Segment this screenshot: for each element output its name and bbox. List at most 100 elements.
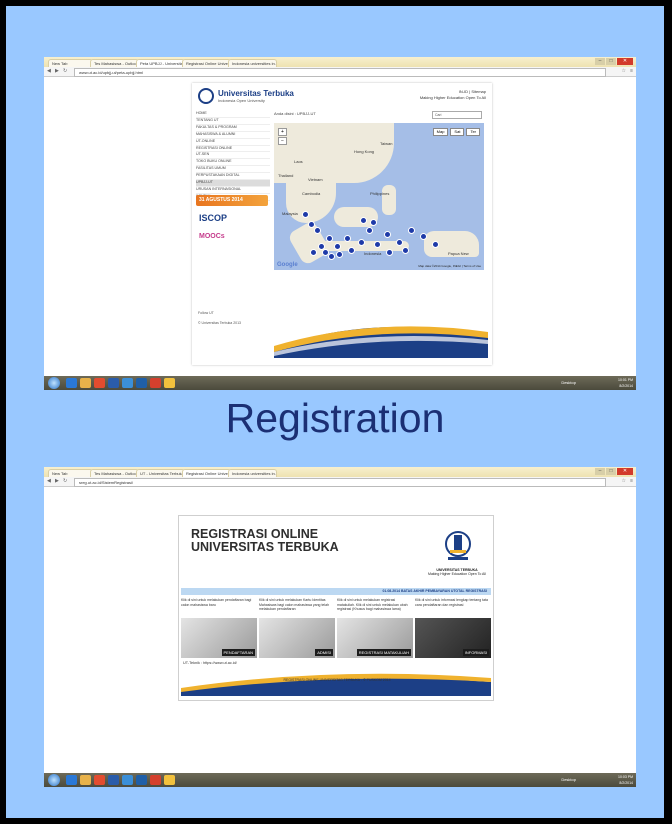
back-icon[interactable]: ◀: [47, 478, 51, 485]
ie-icon[interactable]: [66, 775, 77, 785]
maximize-icon[interactable]: □: [606, 58, 616, 65]
map-marker[interactable]: [386, 249, 393, 256]
banner-moocs[interactable]: MOOCs: [196, 231, 268, 242]
menu-item[interactable]: URUSAN INTERNASIONAL: [196, 187, 270, 194]
forward-icon[interactable]: ▶: [55, 68, 59, 75]
map-marker[interactable]: [308, 221, 315, 228]
minimize-icon[interactable]: –: [595, 468, 605, 475]
reload-icon[interactable]: ↻: [63, 478, 67, 485]
menu-item[interactable]: TOKO BUKU ONLINE: [196, 159, 270, 167]
menu-icon[interactable]: ≡: [630, 478, 633, 485]
menu-item[interactable]: TENTANG UT: [196, 118, 270, 125]
menu-item[interactable]: FAKULTAS & PROGRAM: [196, 125, 270, 132]
app-icon[interactable]: [150, 775, 161, 785]
map-marker[interactable]: [402, 247, 409, 254]
start-button[interactable]: [48, 377, 60, 389]
banner-event[interactable]: 31 AGUSTUS 2014: [196, 195, 268, 206]
map-marker[interactable]: [336, 251, 343, 258]
ut-logo: [198, 88, 214, 104]
option-registrasi[interactable]: Klik di sini untuk melakukan registrasi …: [337, 598, 413, 658]
map-type-button[interactable]: Ter: [466, 128, 480, 136]
map-marker[interactable]: [328, 253, 335, 260]
map-view[interactable]: + − Map Sat Ter Taiwan Hong Kong Laos Tha…: [274, 123, 484, 270]
map-marker[interactable]: [302, 211, 309, 218]
star-icon[interactable]: ☆: [622, 478, 626, 485]
media-icon[interactable]: [94, 378, 105, 388]
reload-icon[interactable]: ↻: [63, 68, 67, 75]
map-marker[interactable]: [360, 217, 367, 224]
map-marker[interactable]: [396, 239, 403, 246]
map-marker[interactable]: [370, 219, 377, 226]
clock[interactable]: 10:01 PM 8/2/2014: [618, 377, 633, 389]
map-marker[interactable]: [408, 227, 415, 234]
maximize-icon[interactable]: □: [606, 468, 616, 475]
menu-item[interactable]: HOME: [196, 111, 270, 118]
map-marker[interactable]: [348, 247, 355, 254]
breadcrumb: Anda disini : UPBJJ-UT: [274, 111, 316, 116]
app-icon[interactable]: [150, 378, 161, 388]
taskbar-desktop-label[interactable]: Desktop: [561, 380, 576, 385]
map-marker[interactable]: [374, 241, 381, 248]
browser-tabbar: New Tab Tes Mahasiswa - Outlook UT - Uni…: [44, 467, 636, 478]
app-icon[interactable]: [136, 378, 147, 388]
map-marker[interactable]: [314, 227, 321, 234]
url-input[interactable]: www.ut.ac.id/upbjj-ut/peta-upbjj.html: [74, 68, 606, 77]
chrome-icon[interactable]: [164, 775, 175, 785]
folder-icon[interactable]: [80, 378, 91, 388]
map-type-button[interactable]: Sat: [450, 128, 465, 136]
app-icon[interactable]: [136, 775, 147, 785]
menu-icon[interactable]: ≡: [630, 68, 633, 75]
menu-item[interactable]: PERPUSTAKAAN DIGITAL: [196, 173, 270, 181]
map-marker[interactable]: [344, 235, 351, 242]
map-marker[interactable]: [420, 233, 427, 240]
menu-item[interactable]: UT-SEN: [196, 152, 270, 160]
word-icon[interactable]: [108, 775, 119, 785]
word-icon[interactable]: [108, 378, 119, 388]
search-input[interactable]: Cari: [432, 111, 482, 119]
map-marker[interactable]: [432, 241, 439, 248]
url-input[interactable]: sreg.ut.ac.id/SistemRegistrasi/: [74, 478, 606, 487]
minimize-icon[interactable]: –: [595, 58, 605, 65]
forward-icon[interactable]: ▶: [55, 478, 59, 485]
ut-link[interactable]: UT-Teknik : https://www.ut.ac.id/: [183, 661, 237, 665]
menu-item[interactable]: MAHASISWA & ALUMNI: [196, 132, 270, 139]
zoom-out-icon[interactable]: −: [278, 137, 287, 145]
star-icon[interactable]: ☆: [622, 68, 626, 75]
taskbar-desktop-label[interactable]: Desktop: [561, 777, 576, 782]
media-icon[interactable]: [94, 775, 105, 785]
map-marker[interactable]: [384, 231, 391, 238]
zoom-in-icon[interactable]: +: [278, 128, 287, 136]
google-logo: Google: [277, 262, 298, 268]
folder-icon[interactable]: [80, 775, 91, 785]
map-marker[interactable]: [358, 239, 365, 246]
option-image: REGISTRASI MATAKULIAH: [337, 618, 413, 658]
ie-icon[interactable]: [66, 378, 77, 388]
map-marker[interactable]: [334, 243, 341, 250]
back-icon[interactable]: ◀: [47, 68, 51, 75]
option-informasi[interactable]: Klik di sini untuk informasi lengkap ten…: [415, 598, 491, 658]
option-pendaftaran[interactable]: Klik di sini untuk melakukan pendaftaran…: [181, 598, 257, 658]
map-type-button[interactable]: Map: [432, 128, 449, 136]
clock[interactable]: 10:03 PM 8/2/2014: [618, 774, 633, 786]
map-label: Vietnam: [308, 177, 323, 182]
chrome-icon[interactable]: [164, 378, 175, 388]
start-button[interactable]: [48, 774, 60, 786]
slide: New Tab Tes Mahasiswa - Outlook Peta UPB…: [6, 6, 664, 818]
map-copyright[interactable]: Map data ©2014 Google, INEGI | Terms of …: [418, 264, 481, 268]
app-icon[interactable]: [122, 378, 133, 388]
option-admisi[interactable]: Klik di sini untuk melakukan Kartu Ident…: [259, 598, 335, 658]
banner-iscop[interactable]: ISCOP: [196, 211, 268, 225]
close-icon[interactable]: ✕: [617, 468, 633, 475]
map-marker[interactable]: [366, 227, 373, 234]
app-icon[interactable]: [122, 775, 133, 785]
map-label: Malaysia: [282, 211, 298, 216]
menu-item-selected[interactable]: UPBJJ-UT: [196, 180, 270, 187]
menu-item[interactable]: UT-ONLINE: [196, 139, 270, 146]
menu-item[interactable]: REGISTRASI ONLINE: [196, 146, 270, 153]
map-marker[interactable]: [310, 249, 317, 256]
menu-item[interactable]: FASILITAS UMUM: [196, 166, 270, 174]
close-icon[interactable]: ✕: [617, 58, 633, 65]
map-marker[interactable]: [326, 235, 333, 242]
screenshot-registration: New Tab Tes Mahasiswa - Outlook UT - Uni…: [44, 467, 636, 787]
map-marker[interactable]: [322, 249, 329, 256]
